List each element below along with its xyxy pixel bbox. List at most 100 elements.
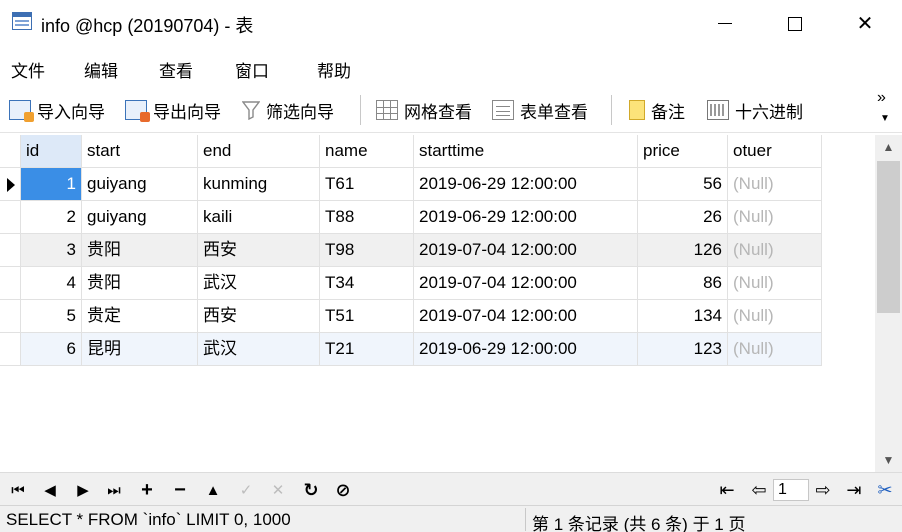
cell-id[interactable]: 4: [21, 267, 82, 300]
column-header-starttime[interactable]: starttime: [414, 135, 638, 168]
tools-icon[interactable]: ✂: [874, 479, 896, 501]
import-wizard-button[interactable]: 导入向导: [9, 97, 105, 123]
scroll-down-button[interactable]: ▼: [875, 448, 902, 472]
filter-wizard-button[interactable]: 筛选向导: [241, 97, 334, 123]
next-record-button[interactable]: ▶: [73, 479, 93, 501]
cell-start[interactable]: 昆明: [82, 333, 198, 366]
cell-name[interactable]: T51: [320, 300, 414, 333]
cell-name[interactable]: T21: [320, 333, 414, 366]
next-page-button[interactable]: ⇨: [812, 479, 834, 501]
cell-price[interactable]: 26: [638, 201, 728, 234]
stop-button[interactable]: ⊘: [333, 479, 353, 501]
apply-changes-button[interactable]: ✓: [236, 479, 256, 501]
cell-otuer[interactable]: (Null): [728, 300, 822, 333]
column-header-start[interactable]: start: [82, 135, 198, 168]
scrollbar-thumb[interactable]: [877, 161, 900, 313]
table-row[interactable]: 1 guiyang kunming T61 2019-06-29 12:00:0…: [0, 168, 822, 201]
cell-end[interactable]: kunming: [198, 168, 320, 201]
cell-id[interactable]: 1: [21, 168, 82, 201]
cell-start[interactable]: 贵定: [82, 300, 198, 333]
cell-starttime[interactable]: 2019-07-04 12:00:00: [414, 267, 638, 300]
last-record-button[interactable]: ⏭: [104, 479, 124, 501]
cell-otuer[interactable]: (Null): [728, 168, 822, 201]
cell-otuer[interactable]: (Null): [728, 333, 822, 366]
cell-starttime[interactable]: 2019-07-04 12:00:00: [414, 234, 638, 267]
cell-name[interactable]: T88: [320, 201, 414, 234]
prev-page-button[interactable]: ⇦: [748, 479, 770, 501]
row-selector[interactable]: [0, 300, 21, 333]
discard-changes-button[interactable]: ✕: [268, 479, 288, 501]
table-row[interactable]: 6 昆明 武汉 T21 2019-06-29 12:00:00 123 (Nul…: [0, 333, 822, 366]
grid-view-button[interactable]: 网格查看: [376, 97, 472, 123]
cell-price[interactable]: 134: [638, 300, 728, 333]
cell-start[interactable]: 贵阳: [82, 267, 198, 300]
last-page-button[interactable]: ⇥: [843, 479, 865, 501]
column-header-end[interactable]: end: [198, 135, 320, 168]
move-up-button[interactable]: ▲: [203, 479, 223, 501]
export-wizard-button[interactable]: 导出向导: [125, 97, 221, 123]
cell-end[interactable]: 西安: [198, 234, 320, 267]
menu-edit[interactable]: 编辑: [84, 57, 118, 82]
cell-id[interactable]: 5: [21, 300, 82, 333]
cell-end[interactable]: 武汉: [198, 333, 320, 366]
toolbar-dropdown-icon[interactable]: ▼: [880, 113, 890, 124]
table-row[interactable]: 3 贵阳 西安 T98 2019-07-04 12:00:00 126 (Nul…: [0, 234, 822, 267]
menu-file[interactable]: 文件: [11, 57, 45, 82]
cell-price[interactable]: 123: [638, 333, 728, 366]
row-selector[interactable]: [0, 267, 21, 300]
first-page-button[interactable]: ⇤: [716, 479, 738, 501]
cell-id[interactable]: 3: [21, 234, 82, 267]
refresh-button[interactable]: ↻: [301, 479, 321, 501]
close-button[interactable]: ✕: [842, 0, 888, 47]
cell-end[interactable]: 西安: [198, 300, 320, 333]
cell-starttime[interactable]: 2019-06-29 12:00:00: [414, 168, 638, 201]
vertical-scrollbar[interactable]: ▲ ▼: [875, 135, 902, 472]
scroll-up-button[interactable]: ▲: [875, 135, 902, 159]
page-number-input[interactable]: 1: [773, 479, 809, 501]
cell-id[interactable]: 6: [21, 333, 82, 366]
first-record-button[interactable]: ⏮: [8, 479, 28, 501]
cell-starttime[interactable]: 2019-07-04 12:00:00: [414, 300, 638, 333]
row-selector[interactable]: [0, 168, 21, 201]
table-row[interactable]: 5 贵定 西安 T51 2019-07-04 12:00:00 134 (Nul…: [0, 300, 822, 333]
cell-otuer[interactable]: (Null): [728, 267, 822, 300]
cell-name[interactable]: T61: [320, 168, 414, 201]
delete-record-button[interactable]: −: [170, 479, 190, 501]
prev-record-button[interactable]: ◀: [40, 479, 60, 501]
menu-window[interactable]: 窗口: [235, 57, 269, 82]
menu-help[interactable]: 帮助: [317, 57, 351, 82]
menu-view[interactable]: 查看: [159, 57, 193, 82]
add-record-button[interactable]: +: [137, 479, 157, 501]
cell-id[interactable]: 2: [21, 201, 82, 234]
table-row[interactable]: 2 guiyang kaili T88 2019-06-29 12:00:00 …: [0, 201, 822, 234]
cell-price[interactable]: 86: [638, 267, 728, 300]
cell-start[interactable]: 贵阳: [82, 234, 198, 267]
cell-end[interactable]: kaili: [198, 201, 320, 234]
cell-otuer[interactable]: (Null): [728, 234, 822, 267]
hex-button[interactable]: 十六进制: [707, 97, 803, 123]
column-header-price[interactable]: price: [638, 135, 728, 168]
maximize-button[interactable]: [772, 0, 818, 47]
cell-end[interactable]: 武汉: [198, 267, 320, 300]
minimize-button[interactable]: [702, 0, 748, 47]
cell-price[interactable]: 56: [638, 168, 728, 201]
cell-name[interactable]: T98: [320, 234, 414, 267]
memo-button[interactable]: 备注: [629, 97, 685, 123]
cell-start[interactable]: guiyang: [82, 201, 198, 234]
column-header-name[interactable]: name: [320, 135, 414, 168]
column-header-otuer[interactable]: otuer: [728, 135, 822, 168]
cell-name[interactable]: T34: [320, 267, 414, 300]
toolbar-overflow-button[interactable]: »: [877, 89, 886, 107]
row-selector[interactable]: [0, 333, 21, 366]
filter-icon: [241, 100, 261, 121]
column-header-id[interactable]: id: [21, 135, 82, 168]
form-view-button[interactable]: 表单查看: [492, 97, 588, 123]
cell-otuer[interactable]: (Null): [728, 201, 822, 234]
row-selector[interactable]: [0, 234, 21, 267]
cell-starttime[interactable]: 2019-06-29 12:00:00: [414, 201, 638, 234]
row-selector[interactable]: [0, 201, 21, 234]
cell-start[interactable]: guiyang: [82, 168, 198, 201]
table-row[interactable]: 4 贵阳 武汉 T34 2019-07-04 12:00:00 86 (Null…: [0, 267, 822, 300]
cell-starttime[interactable]: 2019-06-29 12:00:00: [414, 333, 638, 366]
cell-price[interactable]: 126: [638, 234, 728, 267]
